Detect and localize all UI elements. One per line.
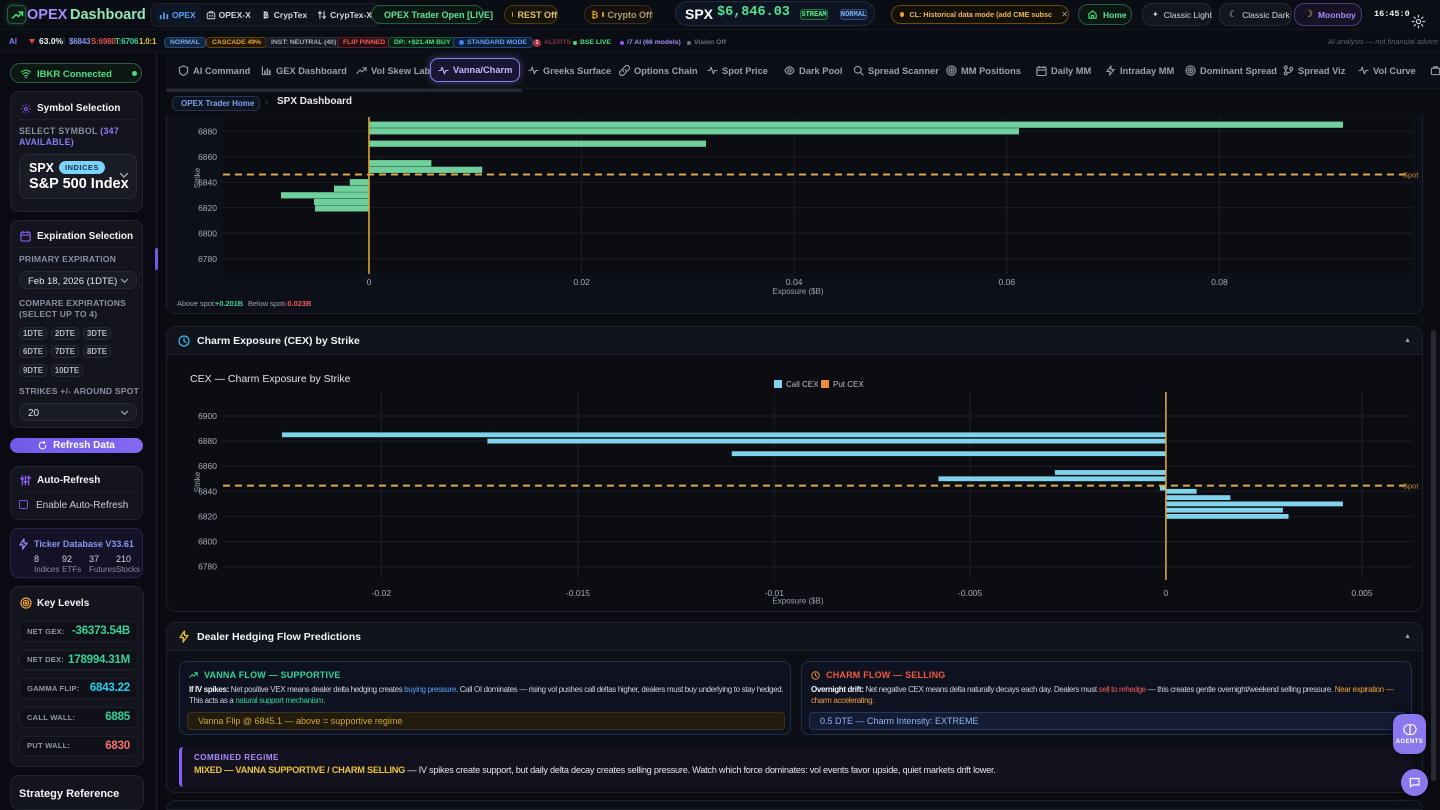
svg-text:6820: 6820 — [198, 511, 217, 521]
svg-text:Put CEX: Put CEX — [833, 380, 864, 389]
svg-text:-0.023B: -0.023B — [285, 299, 311, 308]
svg-text:0.06: 0.06 — [999, 277, 1016, 287]
svg-text:6820: 6820 — [198, 203, 217, 213]
svg-text:6860: 6860 — [198, 152, 217, 162]
svg-text:-0.02: -0.02 — [372, 588, 392, 598]
svg-text:Exposure ($B): Exposure ($B) — [772, 287, 823, 296]
svg-text:6780: 6780 — [198, 562, 217, 572]
svg-text:6860: 6860 — [198, 461, 217, 471]
svg-text:Spot: Spot — [1403, 171, 1419, 180]
svg-text:-0.005: -0.005 — [958, 588, 982, 598]
svg-text:CEX — Charm Exposure by Strike: CEX — Charm Exposure by Strike — [190, 373, 351, 385]
svg-text:6780: 6780 — [198, 254, 217, 264]
svg-text:Strike: Strike — [193, 167, 202, 188]
svg-text:Below spot:: Below spot: — [248, 299, 286, 308]
svg-text:0: 0 — [1164, 588, 1169, 598]
svg-text:6880: 6880 — [198, 436, 217, 446]
svg-text:+0.201B: +0.201B — [215, 299, 243, 308]
svg-text:0.02: 0.02 — [573, 277, 590, 287]
svg-text:-0.015: -0.015 — [566, 588, 590, 598]
svg-text:6800: 6800 — [198, 537, 217, 547]
svg-text:Exposure ($B): Exposure ($B) — [772, 597, 823, 606]
svg-text:0.08: 0.08 — [1211, 277, 1228, 287]
svg-text:6900: 6900 — [198, 411, 217, 421]
svg-text:0: 0 — [367, 277, 372, 287]
svg-text:6800: 6800 — [198, 228, 217, 238]
svg-text:Above spot:: Above spot: — [177, 299, 216, 308]
svg-text:0.005: 0.005 — [1351, 588, 1373, 598]
svg-text:0.04: 0.04 — [786, 277, 803, 287]
svg-text:Spot: Spot — [1403, 482, 1419, 491]
svg-text:6880: 6880 — [198, 126, 217, 136]
svg-text:Call CEX: Call CEX — [786, 380, 819, 389]
svg-text:Strike: Strike — [193, 471, 202, 492]
